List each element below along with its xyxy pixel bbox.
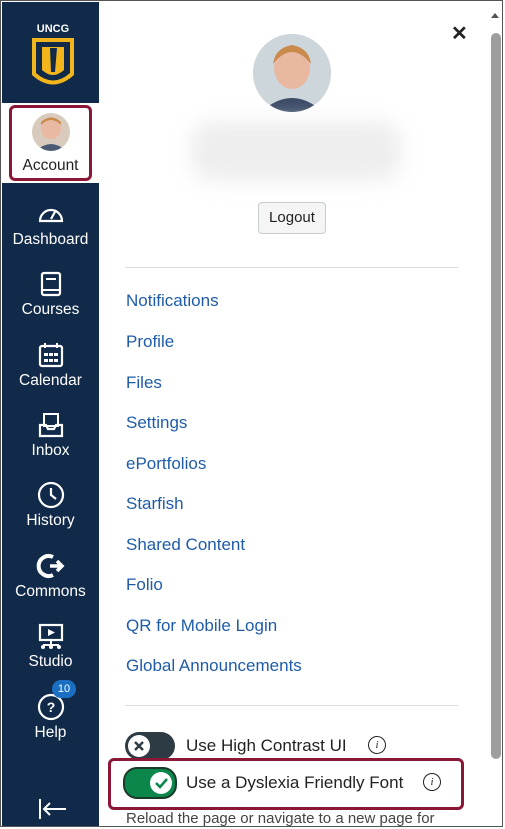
- link-settings[interactable]: Settings: [126, 413, 187, 433]
- link-starfish[interactable]: Starfish: [126, 494, 184, 514]
- account-highlight-box: [9, 105, 92, 181]
- link-qr-mobile-login[interactable]: QR for Mobile Login: [126, 616, 277, 636]
- info-icon[interactable]: i: [368, 736, 386, 754]
- logout-button[interactable]: Logout: [258, 202, 326, 234]
- profile-avatar: [253, 34, 331, 112]
- nav-history[interactable]: History: [2, 470, 99, 540]
- link-notifications[interactable]: Notifications: [126, 291, 219, 311]
- toggle-knob: [128, 735, 150, 757]
- link-profile[interactable]: Profile: [126, 332, 174, 352]
- nav-history-label: History: [26, 512, 75, 529]
- nav-help-label: Help: [34, 724, 67, 741]
- link-folio[interactable]: Folio: [126, 575, 163, 595]
- link-global-announcements[interactable]: Global Announcements: [126, 656, 302, 676]
- reload-note: Reload the page or navigate to a new pag…: [126, 810, 435, 827]
- nav-dashboard[interactable]: Dashboard: [2, 189, 99, 259]
- nav-studio[interactable]: Studio: [2, 611, 99, 681]
- history-icon: [37, 481, 65, 509]
- nav-dashboard-label: Dashboard: [12, 231, 89, 248]
- dyslexia-highlight-box: [108, 758, 464, 810]
- dashboard-icon: [38, 208, 64, 223]
- link-files[interactable]: Files: [126, 373, 162, 393]
- divider: [125, 267, 458, 268]
- nav-commons-label: Commons: [15, 583, 86, 600]
- nav-commons[interactable]: Commons: [2, 541, 99, 611]
- svg-text:?: ?: [47, 699, 56, 715]
- inbox-icon: [38, 413, 64, 438]
- nav-inbox-label: Inbox: [31, 442, 70, 459]
- divider: [125, 705, 458, 706]
- nav-calendar[interactable]: Calendar: [2, 330, 99, 400]
- help-notification-badge: 10: [52, 680, 76, 698]
- scroll-up-icon[interactable]: [488, 9, 502, 23]
- high-contrast-label: Use High Contrast UI: [186, 736, 347, 755]
- studio-icon: [38, 623, 64, 649]
- courses-icon: [40, 271, 62, 297]
- close-tray-button[interactable]: ✕: [451, 21, 468, 46]
- nav-studio-label: Studio: [28, 653, 73, 670]
- link-shared-content[interactable]: Shared Content: [126, 535, 245, 555]
- calendar-icon: [38, 343, 64, 368]
- high-contrast-toggle[interactable]: [125, 732, 175, 760]
- nav-courses-label: Courses: [21, 301, 80, 318]
- scrollbar-thumb[interactable]: [491, 33, 501, 759]
- logo-text: UNCG: [37, 23, 69, 35]
- collapse-nav-icon[interactable]: [38, 797, 68, 821]
- nav-courses[interactable]: Courses: [2, 259, 99, 329]
- nav-inbox[interactable]: Inbox: [2, 400, 99, 470]
- link-eportfolios[interactable]: ePortfolios: [126, 454, 206, 474]
- x-icon: [134, 741, 144, 751]
- canvas-window: UNCG Account Dashboard Courses Calendar: [0, 0, 503, 827]
- commons-icon: [36, 554, 65, 578]
- nav-help[interactable]: ? Help: [2, 682, 99, 752]
- redacted-user-name: [191, 121, 401, 181]
- uncg-logo: UNCG: [32, 23, 74, 85]
- nav-calendar-label: Calendar: [19, 372, 82, 389]
